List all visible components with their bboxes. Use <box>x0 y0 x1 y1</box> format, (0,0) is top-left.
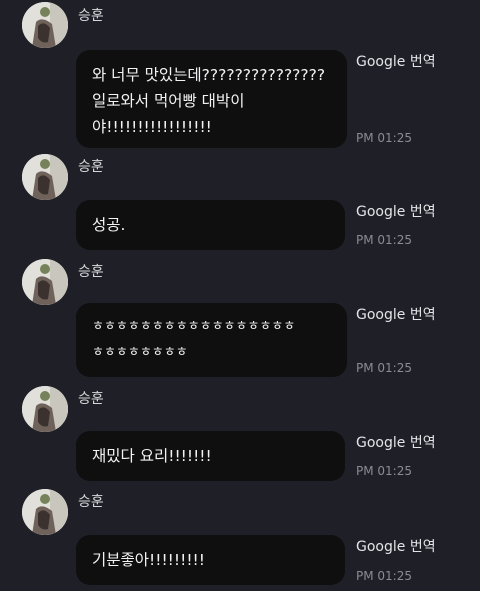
message-item: 승훈 성공. Google 번역 PM 01:25 <box>0 152 480 252</box>
message-item: 승훈 ㅎㅎㅎㅎㅎㅎㅎㅎㅎㅎㅎㅎㅎㅎㅎㅎㅎ ㅎㅎㅎㅎㅎㅎㅎㅎ Google 번역 … <box>0 257 480 382</box>
sender-name: 승훈 <box>78 264 104 280</box>
message-timestamp: PM 01:25 <box>356 361 412 375</box>
avatar[interactable] <box>22 154 68 200</box>
message-bubble[interactable]: ㅎㅎㅎㅎㅎㅎㅎㅎㅎㅎㅎㅎㅎㅎㅎㅎㅎ ㅎㅎㅎㅎㅎㅎㅎㅎ <box>76 303 347 377</box>
avatar[interactable] <box>22 259 68 305</box>
avatar-photo-icon <box>22 489 68 535</box>
google-translate-link[interactable]: Google 번역 <box>356 538 436 556</box>
google-translate-link[interactable]: Google 번역 <box>356 203 436 221</box>
message-timestamp: PM 01:25 <box>356 569 412 583</box>
message-bubble[interactable]: 성공. <box>76 200 345 250</box>
avatar[interactable] <box>22 489 68 535</box>
avatar-photo-icon <box>22 2 68 48</box>
avatar[interactable] <box>22 2 68 48</box>
sender-name: 승훈 <box>78 391 104 407</box>
message-item: 승훈 재밌다 요리!!!!!!! Google 번역 PM 01:25 <box>0 384 480 484</box>
message-timestamp: PM 01:25 <box>356 131 412 145</box>
message-bubble[interactable]: 기분좋아!!!!!!!!! <box>76 535 345 585</box>
avatar-photo-icon <box>22 154 68 200</box>
message-item: 승훈 와 너무 맛있는데??????????????? 일로와서 먹어빵 대박이… <box>0 0 480 150</box>
message-timestamp: PM 01:25 <box>356 464 412 478</box>
sender-name: 승훈 <box>78 159 104 175</box>
message-item: 승훈 기분좋아!!!!!!!!! Google 번역 PM 01:25 <box>0 487 480 591</box>
sender-name: 승훈 <box>78 494 104 510</box>
avatar[interactable] <box>22 386 68 432</box>
google-translate-link[interactable]: Google 번역 <box>356 434 436 452</box>
avatar-photo-icon <box>22 386 68 432</box>
google-translate-link[interactable]: Google 번역 <box>356 53 436 71</box>
sender-name: 승훈 <box>78 8 104 24</box>
avatar-photo-icon <box>22 259 68 305</box>
message-bubble[interactable]: 와 너무 맛있는데??????????????? 일로와서 먹어빵 대박이 야!… <box>76 50 347 148</box>
message-bubble[interactable]: 재밌다 요리!!!!!!! <box>76 431 345 481</box>
google-translate-link[interactable]: Google 번역 <box>356 306 436 324</box>
chat-message-list: 승훈 와 너무 맛있는데??????????????? 일로와서 먹어빵 대박이… <box>0 0 480 591</box>
message-timestamp: PM 01:25 <box>356 233 412 247</box>
